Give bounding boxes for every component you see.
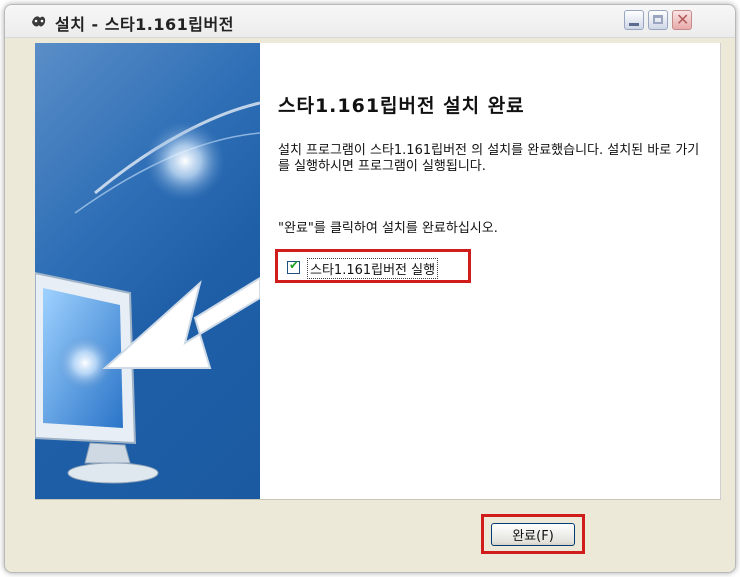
close-icon: ✕: [676, 10, 690, 29]
finish-button[interactable]: 완료(F): [491, 523, 575, 546]
maximize-button[interactable]: [648, 10, 668, 30]
minimize-button[interactable]: [624, 10, 644, 30]
installer-window: 설치 - 스타1.161립버전 ✕ 스타1.161립버전 설치 완료 설치 프로…: [4, 4, 736, 573]
maximize-icon: [653, 15, 663, 24]
wizard-graphic: [35, 43, 260, 499]
run-option-highlight: ✔ 스타1.161립버전 실행: [275, 249, 471, 283]
completion-description: 설치 프로그램이 스타1.161립버전 의 설치를 완료했습니다. 설치된 바로…: [278, 143, 700, 174]
run-checkbox[interactable]: ✔: [287, 258, 300, 274]
minimize-icon: [629, 23, 639, 26]
checkmark-icon: ✔: [289, 258, 300, 272]
page-title: 스타1.161립버전 설치 완료: [278, 95, 525, 117]
app-logo-icon: [32, 16, 46, 27]
title-bar[interactable]: 설치 - 스타1.161립버전 ✕: [5, 5, 735, 38]
run-checkbox-label[interactable]: 스타1.161립버전 실행: [307, 258, 439, 279]
finish-instruction: "완료"를 클릭하여 설치를 완료하십시오.: [278, 221, 498, 236]
content-panel: 스타1.161립버전 설치 완료 설치 프로그램이 스타1.161립버전 의 설…: [260, 43, 721, 499]
monitor-arrow-illustration: [35, 101, 260, 484]
button-bar: 완료(F): [35, 499, 721, 572]
finish-highlight: 완료(F): [481, 514, 585, 554]
window-title: 설치 - 스타1.161립버전: [55, 15, 234, 34]
close-button[interactable]: ✕: [672, 10, 692, 30]
